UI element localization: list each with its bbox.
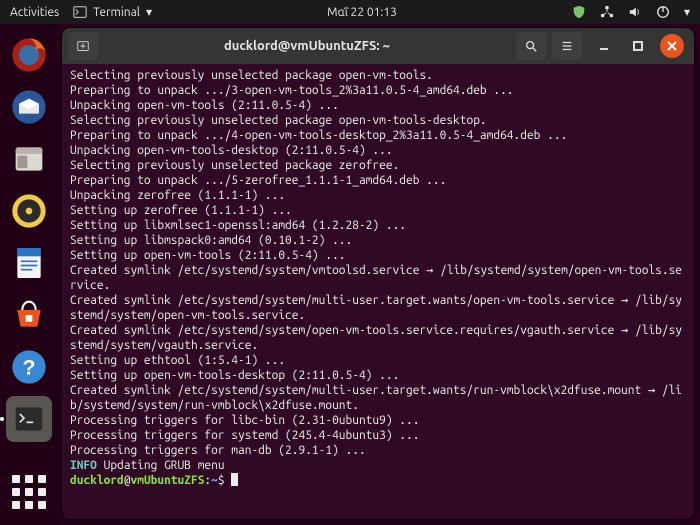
terminal-line: Unpacking zerofree (1.1.1-1) ... bbox=[70, 188, 686, 203]
cursor bbox=[231, 473, 238, 486]
window-titlebar[interactable]: ducklord@vmUbuntuZFS: ~ bbox=[62, 28, 694, 64]
dock-item-terminal[interactable] bbox=[6, 396, 52, 442]
terminal-line: Processing triggers for man-db (2.9.1-1)… bbox=[70, 443, 686, 458]
power-icon[interactable] bbox=[656, 5, 670, 19]
terminal-line: Preparing to unpack .../5-zerofree_1.1.1… bbox=[70, 173, 686, 188]
terminal-output[interactable]: Selecting previously unselected package … bbox=[62, 64, 694, 519]
terminal-window: ducklord@vmUbuntuZFS: ~ Selecting previo… bbox=[62, 28, 694, 519]
terminal-line: Preparing to unpack .../3-open-vm-tools_… bbox=[70, 83, 686, 98]
terminal-line: Unpacking open-vm-tools (2:11.0.5-4) ... bbox=[70, 98, 686, 113]
new-tab-button[interactable] bbox=[68, 32, 98, 60]
terminal-prompt: ducklord@vmUbuntuZFS:~$ bbox=[70, 473, 686, 488]
shield-icon[interactable] bbox=[572, 5, 586, 19]
terminal-line: Created symlink /etc/systemd/system/open… bbox=[70, 323, 686, 353]
app-menu-label: Terminal bbox=[93, 6, 140, 19]
dock-item-software[interactable] bbox=[6, 292, 52, 338]
terminal-line: Created symlink /etc/systemd/system/mult… bbox=[70, 293, 686, 323]
dock-item-rhythmbox[interactable] bbox=[6, 188, 52, 234]
top-bar: Activities Terminal ▾ Μαΐ 22 01:13 ▾ bbox=[0, 0, 700, 24]
terminal-menu-icon bbox=[73, 5, 87, 19]
app-menu[interactable]: Terminal ▾ bbox=[73, 5, 152, 19]
terminal-line: Unpacking open-vm-tools-desktop (2:11.0.… bbox=[70, 143, 686, 158]
terminal-line: Selecting previously unselected package … bbox=[70, 68, 686, 83]
search-button[interactable] bbox=[516, 32, 546, 60]
terminal-line: Setting up ethtool (1:5.4-1) ... bbox=[70, 353, 686, 368]
dock-item-files[interactable] bbox=[6, 136, 52, 182]
volume-icon[interactable] bbox=[628, 5, 642, 19]
terminal-line: Setting up open-vm-tools (2:11.0.5-4) ..… bbox=[70, 248, 686, 263]
dock-item-writer[interactable] bbox=[6, 240, 52, 286]
terminal-line: Setting up libxmlsec1-openssl:amd64 (1.2… bbox=[70, 218, 686, 233]
terminal-line: Selecting previously unselected package … bbox=[70, 158, 686, 173]
dock-item-thunderbird[interactable] bbox=[6, 84, 52, 130]
terminal-line: Setting up zerofree (1.1.1-1) ... bbox=[70, 203, 686, 218]
terminal-line: Selecting previously unselected package … bbox=[70, 113, 686, 128]
terminal-line: Created symlink /etc/systemd/system/vmto… bbox=[70, 263, 686, 293]
menu-button[interactable] bbox=[552, 32, 582, 60]
terminal-line: Setting up open-vm-tools-desktop (2:11.0… bbox=[70, 368, 686, 383]
clock[interactable]: Μαΐ 22 01:13 bbox=[327, 6, 397, 19]
chevron-down-icon: ▾ bbox=[146, 5, 152, 19]
terminal-line: Created symlink /etc/systemd/system/mult… bbox=[70, 383, 686, 413]
terminal-line: Processing triggers for systemd (245.4-4… bbox=[70, 428, 686, 443]
dock-item-firefox[interactable] bbox=[6, 32, 52, 78]
dock-item-help[interactable]: ? bbox=[6, 344, 52, 390]
svg-text:?: ? bbox=[22, 355, 35, 380]
maximize-button[interactable] bbox=[626, 34, 650, 58]
window-title: ducklord@vmUbuntuZFS: ~ bbox=[104, 39, 510, 53]
chevron-down-icon[interactable]: ▾ bbox=[684, 5, 690, 19]
terminal-line: Preparing to unpack .../4-open-vm-tools-… bbox=[70, 128, 686, 143]
dock: ? bbox=[0, 24, 58, 525]
terminal-line: INFO Updating GRUB menu bbox=[70, 458, 686, 473]
minimize-button[interactable] bbox=[592, 34, 616, 58]
terminal-line: Setting up libmspack0:amd64 (0.10.1-2) .… bbox=[70, 233, 686, 248]
activities-button[interactable]: Activities bbox=[10, 6, 59, 19]
close-button[interactable] bbox=[660, 34, 684, 58]
network-icon[interactable] bbox=[600, 5, 614, 19]
terminal-line: Processing triggers for libc-bin (2.31-0… bbox=[70, 413, 686, 428]
show-applications-button[interactable] bbox=[6, 469, 52, 515]
